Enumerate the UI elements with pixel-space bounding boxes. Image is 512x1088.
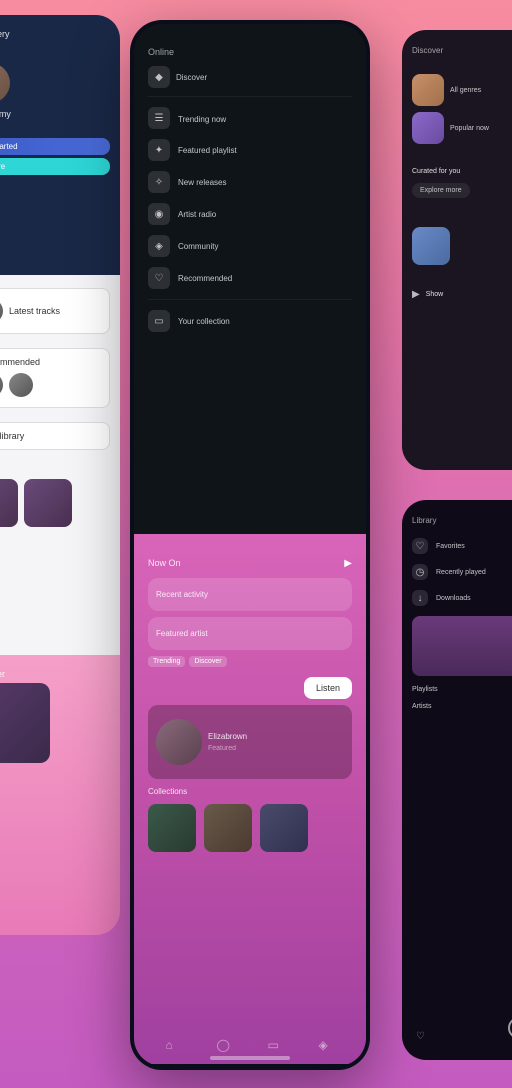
card-library[interactable]: Your library — [0, 422, 110, 450]
left-footer1: Discover — [0, 669, 110, 679]
nav-profile-icon[interactable]: ◈ — [319, 1038, 335, 1054]
play-icon[interactable]: ▶ — [344, 558, 352, 569]
genre-thumb — [412, 74, 444, 106]
section-label: Discover — [176, 73, 207, 82]
chip-get-started[interactable]: Get started — [0, 138, 110, 155]
heart-icon[interactable]: ♡ — [416, 1031, 425, 1042]
media-thumb-large[interactable] — [0, 683, 50, 763]
menu-item-releases[interactable]: ✧ New releases — [148, 171, 352, 193]
menu-item-featured[interactable]: ✦ Featured playlist — [148, 139, 352, 161]
action-circle-button[interactable] — [508, 1017, 512, 1039]
card-latest[interactable]: Latest tracks — [0, 288, 110, 334]
pink-title: Now On — [148, 558, 181, 568]
media-thumb[interactable] — [0, 479, 18, 527]
play-icon[interactable]: ▶ — [412, 289, 420, 300]
rt-item-popular[interactable]: Popular now — [412, 112, 512, 144]
left-title: Discovery — [0, 29, 110, 39]
chip-explore[interactable]: Explore — [0, 158, 110, 175]
rt-media-row[interactable] — [412, 227, 512, 265]
media-thumb — [412, 227, 450, 265]
user-card[interactable]: Elizabrown Featured — [148, 705, 352, 779]
listen-button[interactable]: Listen — [304, 677, 352, 699]
nav-search-icon[interactable]: ◯ — [217, 1038, 233, 1054]
artist-avatar — [156, 719, 202, 765]
rb-item-artists[interactable]: Artists — [412, 703, 512, 710]
home-indicator[interactable] — [210, 1056, 290, 1060]
card-recommended[interactable]: Recommended — [0, 348, 110, 408]
radio-icon: ◉ — [148, 203, 170, 225]
list-icon: ☰ — [148, 107, 170, 129]
featured-banner[interactable] — [412, 616, 512, 676]
menu-item-collection[interactable]: ▭ Your collection — [148, 310, 352, 332]
heart-icon: ♡ — [412, 538, 428, 554]
media-thumb[interactable] — [24, 479, 72, 527]
clock-icon: ◷ — [412, 564, 428, 580]
star-icon: ✦ — [148, 139, 170, 161]
thumb-icon — [0, 373, 3, 397]
folder-icon: ▭ — [148, 310, 170, 332]
collection-thumb[interactable] — [148, 804, 196, 852]
menu-item-radio[interactable]: ◉ Artist radio — [148, 203, 352, 225]
explore-chip[interactable]: Explore more — [412, 183, 470, 198]
nav-library-icon[interactable]: ▭ — [268, 1038, 284, 1054]
rt-item-genres[interactable]: All genres — [412, 74, 512, 106]
artist-card[interactable]: Featured artist — [148, 617, 352, 650]
rb-item-playlists[interactable]: Playlists — [412, 686, 512, 693]
menu-item-community[interactable]: ◈ Community — [148, 235, 352, 257]
sparkle-icon: ✧ — [148, 171, 170, 193]
collection-thumb[interactable] — [204, 804, 252, 852]
rt-header: Discover — [412, 46, 443, 55]
collections-label: Collections — [148, 787, 352, 796]
rb-item-downloads[interactable]: ↓ Downloads — [412, 590, 512, 606]
menu-item-recommended[interactable]: ♡ Recommended — [148, 267, 352, 289]
activity-card[interactable]: Recent activity — [148, 578, 352, 611]
phone-mockup-left: Discovery Is Terelmy Get started Explore… — [0, 15, 120, 935]
center-header: Online — [148, 47, 174, 57]
phone-mockup-right-top: Discover All genres Popular now Curated … — [402, 30, 512, 470]
people-icon: ◈ — [148, 235, 170, 257]
rb-item-recent[interactable]: ◷ Recently played — [412, 564, 512, 580]
heart-icon: ♡ — [148, 267, 170, 289]
phone-mockup-right-bottom: Library ♡ Favorites ◷ Recently played ↓ … — [402, 500, 512, 1060]
collection-thumb[interactable] — [260, 804, 308, 852]
rb-header: Library — [412, 516, 436, 525]
genre-thumb — [412, 112, 444, 144]
left-username: Is Terelmy — [0, 109, 110, 119]
phone-mockup-center: Online ◆ Discover ☰ Trending now ✦ Featu… — [130, 20, 370, 1070]
left-footer2: Browse — [0, 767, 110, 777]
thumb-icon — [9, 373, 33, 397]
nav-home-icon[interactable]: ⌂ — [166, 1038, 182, 1054]
app-icon[interactable]: ◆ — [148, 66, 170, 88]
thumb-icon — [0, 299, 3, 323]
tag-trending[interactable]: Trending — [148, 656, 185, 667]
user-avatar[interactable] — [0, 63, 10, 103]
rb-item-favorites[interactable]: ♡ Favorites — [412, 538, 512, 554]
tag-discover[interactable]: Discover — [189, 656, 226, 667]
menu-item-discover[interactable]: ☰ Trending now — [148, 107, 352, 129]
download-icon: ↓ — [412, 590, 428, 606]
